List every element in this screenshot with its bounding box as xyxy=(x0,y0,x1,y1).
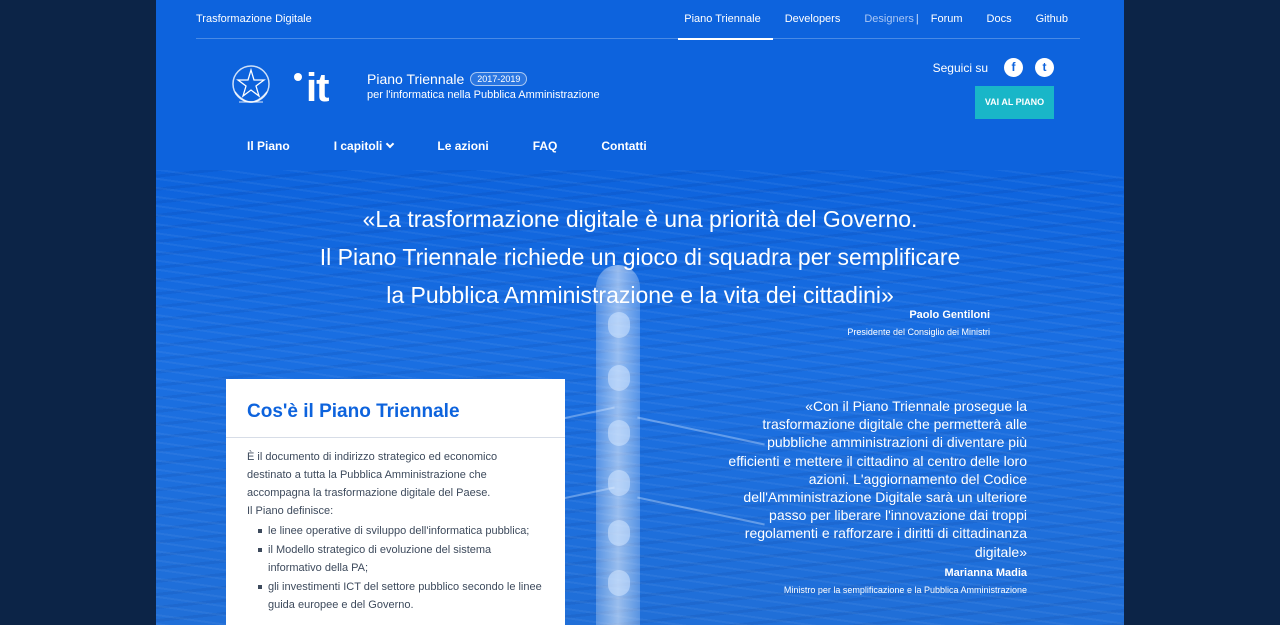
rower-figure xyxy=(608,570,630,596)
it-logo[interactable]: it xyxy=(294,66,329,110)
info-card: Cos'è il Piano Triennale È il documento … xyxy=(226,379,565,625)
twitter-icon[interactable]: t xyxy=(1035,58,1054,77)
follow-label: Seguici su xyxy=(932,60,988,75)
top-bar-brand[interactable]: Trasformazione Digitale xyxy=(196,13,312,25)
site-subtitle: per l'informatica nella Pubblica Amminis… xyxy=(367,89,600,101)
top-nav-link-docs[interactable]: Docs xyxy=(975,0,1024,39)
it-logo-dot-icon xyxy=(294,73,302,81)
nav-item-contatti[interactable]: Contatti xyxy=(601,139,646,153)
republic-emblem-icon[interactable] xyxy=(229,62,273,110)
site-title[interactable]: Piano Triennale 2017-2019 xyxy=(367,71,528,87)
info-card-title: Cos'è il Piano Triennale xyxy=(247,401,460,422)
madia-quote-author: Marianna Madia xyxy=(944,567,1027,579)
nav-item-faq[interactable]: FAQ xyxy=(533,139,558,153)
hero-quote: «La trasformazione digitale è una priori… xyxy=(156,200,1124,314)
main-nav: Il Piano I capitoli Le azioni FAQ Contat… xyxy=(247,139,691,153)
info-card-list: le linee operative di sviluppo dell'info… xyxy=(247,522,543,614)
top-nav-link-github[interactable]: Github xyxy=(1024,0,1080,39)
page: Trasformazione Digitale Piano Triennale … xyxy=(156,0,1124,625)
rower-figure xyxy=(608,312,630,338)
rower-figure xyxy=(608,365,630,391)
rower-figure xyxy=(608,470,630,496)
site-title-text: Piano Triennale xyxy=(367,71,465,87)
hero-quote-author-role: Presidente del Consiglio dei Ministri xyxy=(847,327,990,337)
social-follow: Seguici su f t xyxy=(933,58,1054,77)
year-badge: 2017-2019 xyxy=(470,72,528,86)
madia-quote-author-role: Ministro per la semplificazione e la Pub… xyxy=(783,585,1027,595)
top-nav-link-piano-triennale[interactable]: Piano Triennale xyxy=(672,0,774,40)
info-card-defines-label: Il Piano definisce: xyxy=(247,505,334,517)
hero-quote-author: Paolo Gentiloni xyxy=(909,309,990,321)
vai-al-piano-button[interactable]: VAI AL PIANO xyxy=(975,86,1054,119)
list-item: gli investimenti ICT del settore pubblic… xyxy=(247,578,543,614)
rower-figure xyxy=(608,520,630,546)
list-item: le linee operative di sviluppo dell'info… xyxy=(247,522,543,540)
top-bar: Trasformazione Digitale Piano Triennale … xyxy=(196,0,1080,40)
top-nav-link-developers[interactable]: Developers xyxy=(773,0,853,39)
nav-item-i-capitoli[interactable]: I capitoli xyxy=(333,139,395,153)
madia-quote: «Con il Piano Triennale prosegue la tras… xyxy=(728,398,1027,560)
nav-item-label: I capitoli xyxy=(333,139,383,153)
hero-quote-line: «La trasformazione digitale è una priori… xyxy=(362,206,918,232)
top-nav: Piano Triennale Developers Designers | F… xyxy=(672,0,1080,40)
top-nav-link-designers[interactable]: Designers xyxy=(852,0,916,39)
facebook-icon[interactable]: f xyxy=(1004,58,1023,77)
nav-item-le-azioni[interactable]: Le azioni xyxy=(437,139,488,153)
chevron-down-icon xyxy=(386,139,395,149)
it-logo-text: it xyxy=(306,66,329,110)
info-card-intro: È il documento di indirizzo strategico e… xyxy=(247,451,498,499)
hero-quote-line: Il Piano Triennale richiede un gioco di … xyxy=(319,244,961,270)
nav-item-il-piano[interactable]: Il Piano xyxy=(247,139,290,153)
top-nav-link-forum[interactable]: Forum xyxy=(919,0,975,39)
info-card-divider xyxy=(226,437,565,438)
list-item: il Modello strategico di evoluzione del … xyxy=(247,541,543,577)
rower-figure xyxy=(608,420,630,446)
